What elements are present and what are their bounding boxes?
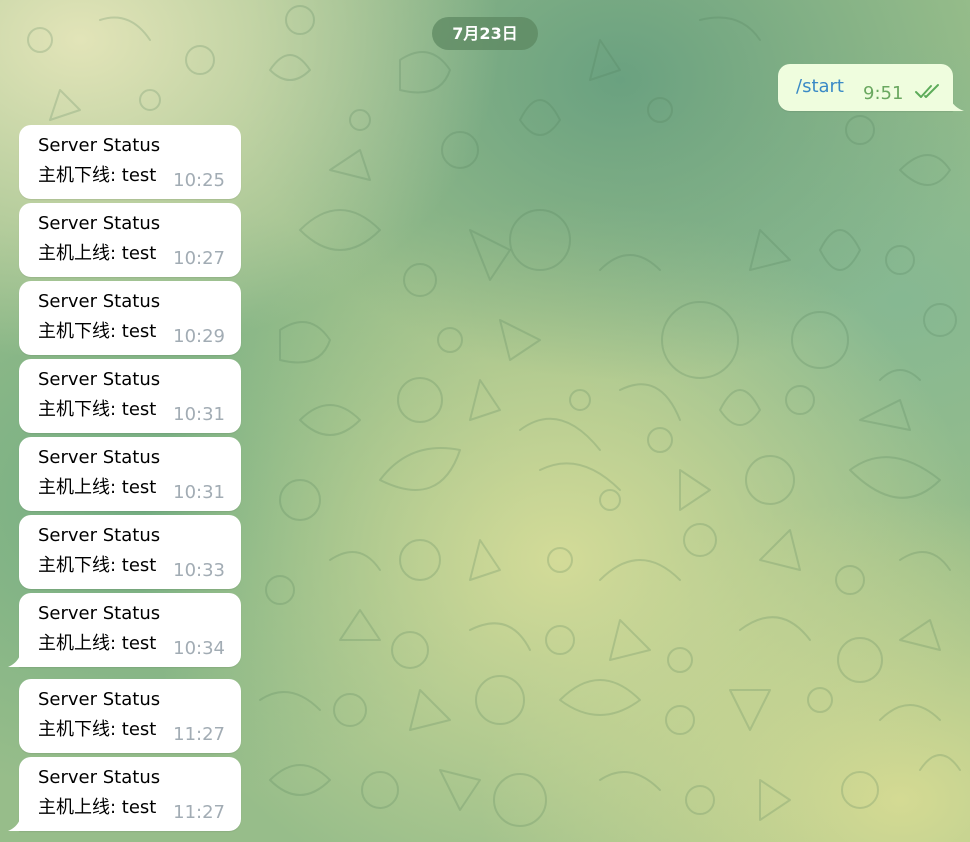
message-title: Server Status	[38, 767, 161, 788]
incoming-message[interactable]: Server Status 主机上线: test 10:27	[19, 203, 241, 277]
message-time: 10:34	[173, 638, 225, 659]
incoming-message[interactable]: Server Status 主机下线: test 10:25	[19, 125, 241, 199]
incoming-message[interactable]: Server Status 主机上线: test 10:34	[19, 593, 241, 667]
outgoing-command-text[interactable]: /start	[796, 76, 844, 97]
outgoing-bubble-tail	[950, 99, 964, 111]
message-title: Server Status	[38, 291, 161, 312]
incoming-message[interactable]: Server Status 主机下线: test 11:27	[19, 679, 241, 753]
incoming-bubble-tail	[8, 655, 20, 667]
message-time: 10:27	[173, 248, 225, 269]
message-time: 10:29	[173, 326, 225, 347]
message-title: Server Status	[38, 135, 161, 156]
message-title: Server Status	[38, 447, 161, 468]
message-title: Server Status	[38, 689, 161, 710]
message-body: 主机上线: test	[38, 477, 157, 498]
date-separator: 7月23日	[432, 17, 538, 50]
message-body: 主机上线: test	[38, 633, 157, 654]
incoming-bubble-tail	[8, 819, 20, 831]
message-time: 10:31	[173, 482, 225, 503]
double-check-icon	[915, 84, 939, 98]
message-title: Server Status	[38, 369, 161, 390]
message-time: 11:27	[173, 724, 225, 745]
message-body: 主机下线: test	[38, 719, 157, 740]
message-time: 10:25	[173, 170, 225, 191]
outgoing-message[interactable]: /start 9:51	[778, 64, 953, 111]
incoming-message[interactable]: Server Status 主机上线: test 10:31	[19, 437, 241, 511]
incoming-message[interactable]: Server Status 主机下线: test 10:29	[19, 281, 241, 355]
message-title: Server Status	[38, 603, 161, 624]
message-time: 10:33	[173, 560, 225, 581]
incoming-message[interactable]: Server Status 主机下线: test 10:31	[19, 359, 241, 433]
message-body: 主机下线: test	[38, 399, 157, 420]
incoming-message[interactable]: Server Status 主机下线: test 10:33	[19, 515, 241, 589]
message-body: 主机上线: test	[38, 243, 157, 264]
message-body: 主机下线: test	[38, 555, 157, 576]
incoming-message[interactable]: Server Status 主机上线: test 11:27	[19, 757, 241, 831]
message-title: Server Status	[38, 213, 161, 234]
outgoing-message-time: 9:51	[863, 83, 904, 104]
message-body: 主机上线: test	[38, 797, 157, 818]
message-body: 主机下线: test	[38, 321, 157, 342]
message-time: 11:27	[173, 802, 225, 823]
message-body: 主机下线: test	[38, 165, 157, 186]
message-time: 10:31	[173, 404, 225, 425]
message-title: Server Status	[38, 525, 161, 546]
